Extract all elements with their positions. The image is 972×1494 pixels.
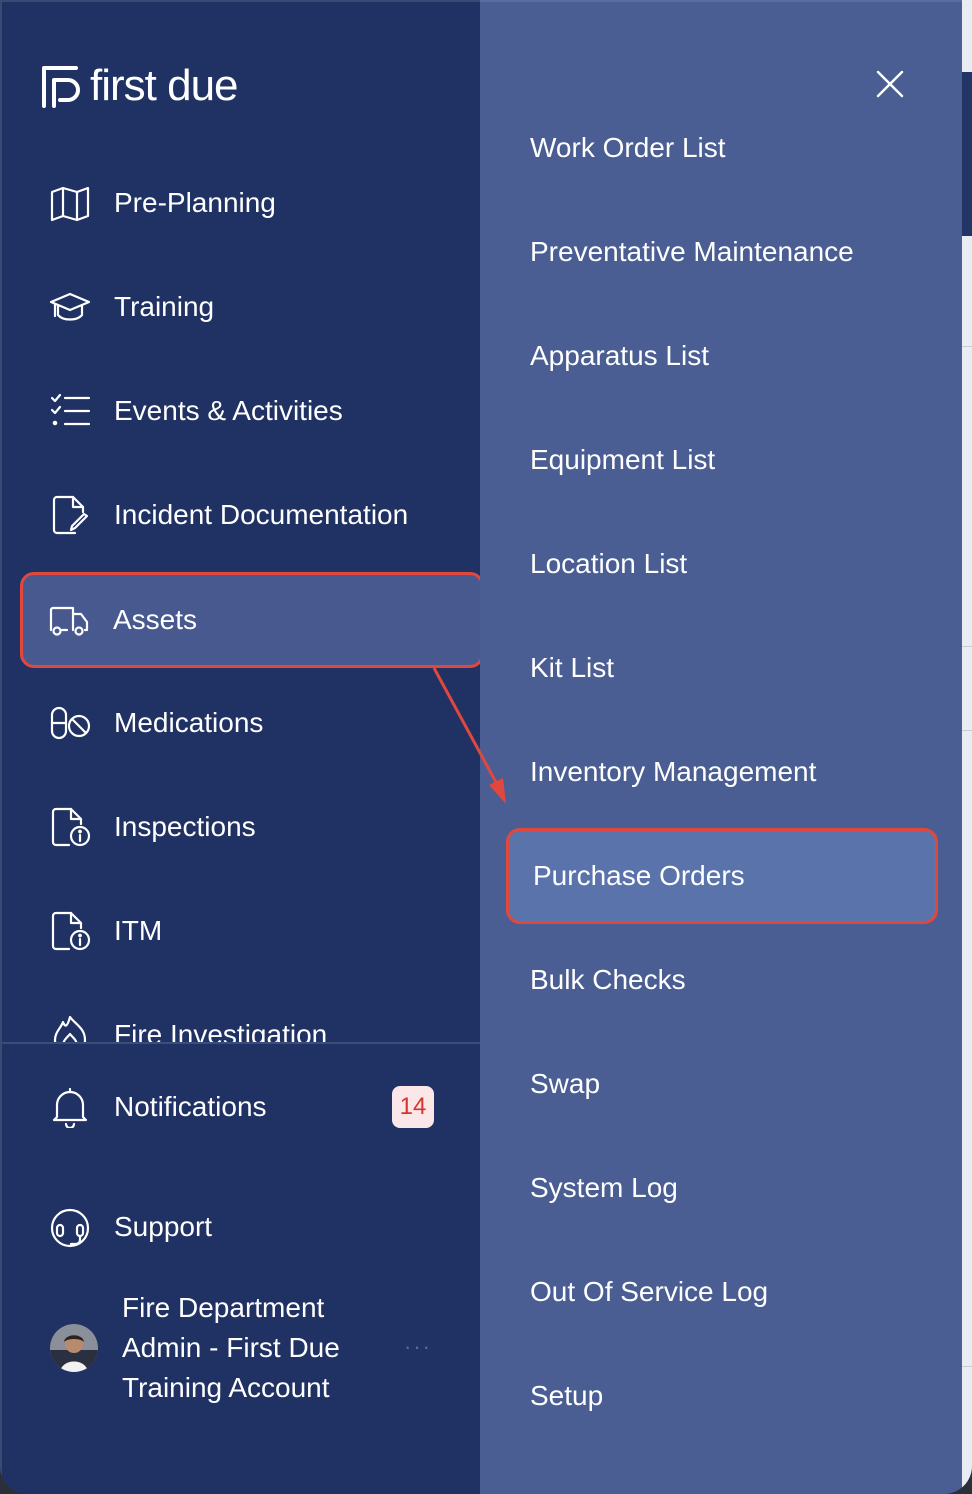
map-icon: [48, 181, 92, 225]
nav-item-incident-documentation[interactable]: Incident Documentation: [24, 470, 480, 560]
nav-item-inspections[interactable]: Inspections: [24, 782, 480, 872]
support-item[interactable]: Support: [24, 1182, 480, 1272]
submenu-item-bulk-checks[interactable]: Bulk Checks: [506, 932, 938, 1028]
nav-item-events-activities[interactable]: Events & Activities: [24, 366, 480, 456]
submenu-item-system-log[interactable]: System Log: [506, 1140, 938, 1236]
submenu-item-equipment-list[interactable]: Equipment List: [506, 412, 938, 508]
graduation-cap-icon: [48, 285, 92, 329]
close-button[interactable]: [870, 64, 910, 104]
submenu-item-location-list[interactable]: Location List: [506, 516, 938, 612]
background-app: [962, 0, 972, 1494]
nav-item-fire-investigation[interactable]: Fire Investigation: [24, 990, 480, 1042]
nav-item-training[interactable]: Training: [24, 262, 480, 352]
document-edit-icon: [48, 493, 92, 537]
checklist-icon: [48, 389, 92, 433]
user-profile[interactable]: Fire Department Admin - First Due Traini…: [48, 1288, 468, 1412]
first-due-logo-icon: [42, 66, 80, 108]
nav-item-medications[interactable]: Medications: [24, 678, 480, 768]
user-name: Fire Department Admin - First Due Traini…: [122, 1292, 340, 1403]
notifications-item[interactable]: Notifications 14: [24, 1062, 480, 1152]
assets-submenu: Work Order List Preventative Maintenance…: [480, 0, 962, 1494]
document-info-icon: [48, 805, 92, 849]
bell-icon: [48, 1085, 92, 1129]
notifications-count-badge: 14: [392, 1086, 434, 1128]
submenu-item-swap[interactable]: Swap: [506, 1036, 938, 1132]
submenu-item-apparatus-list[interactable]: Apparatus List: [506, 308, 938, 404]
brand-name: first due: [90, 61, 239, 110]
fire-icon: [48, 1013, 92, 1042]
nav-item-itm[interactable]: ITM: [24, 886, 480, 976]
nav-item-assets[interactable]: Assets: [20, 572, 482, 668]
pills-icon: [48, 701, 92, 745]
submenu-item-purchase-orders[interactable]: Purchase Orders: [506, 828, 938, 924]
submenu-item-setup[interactable]: Setup: [506, 1348, 938, 1444]
submenu-item-kit-list[interactable]: Kit List: [506, 620, 938, 716]
app-frame: first due Pre-Planning Training Events &…: [0, 0, 972, 1494]
submenu-item-work-order-list[interactable]: Work Order List: [506, 100, 938, 196]
background-topbar: [962, 72, 972, 236]
headset-icon: [48, 1205, 92, 1249]
close-icon: [876, 70, 904, 98]
submenu-item-out-of-service-log[interactable]: Out Of Service Log: [506, 1244, 938, 1340]
document-info-icon: [48, 909, 92, 953]
submenu-item-inventory-management[interactable]: Inventory Management: [506, 724, 938, 820]
more-options-icon[interactable]: ···: [404, 1334, 432, 1360]
sidebar-divider: [2, 1042, 482, 1044]
nav-item-pre-planning[interactable]: Pre-Planning: [24, 158, 480, 248]
avatar[interactable]: [50, 1324, 98, 1372]
main-sidebar: first due Pre-Planning Training Events &…: [0, 0, 482, 1494]
truck-icon: [47, 598, 91, 642]
nav-list: Pre-Planning Training Events & Activitie…: [2, 152, 482, 1042]
brand-logo[interactable]: first due: [40, 61, 239, 110]
submenu-item-preventative-maintenance[interactable]: Preventative Maintenance: [506, 204, 938, 300]
